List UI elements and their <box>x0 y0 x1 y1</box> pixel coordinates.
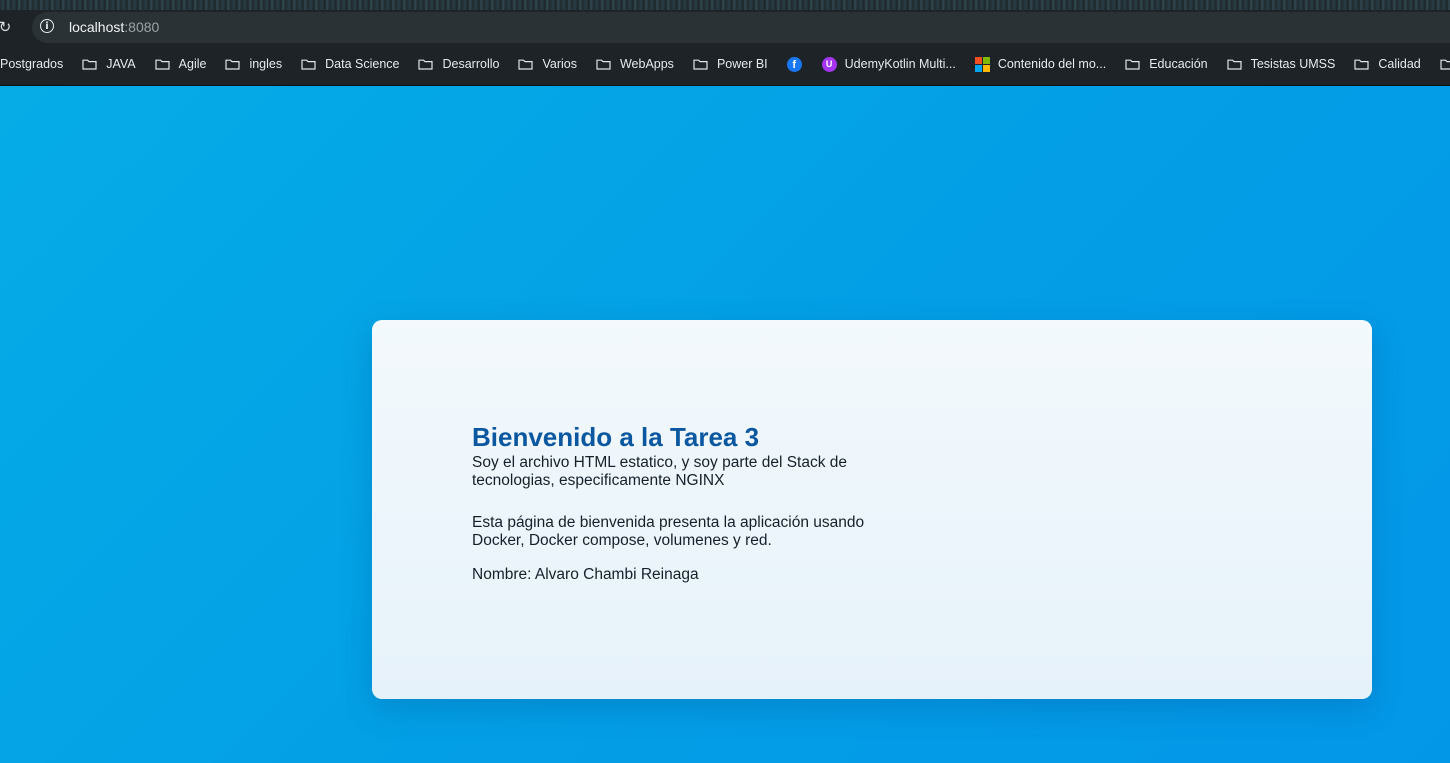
bookmark-label: WebApps <box>619 57 674 71</box>
folder-icon <box>1440 59 1450 70</box>
site-info-icon[interactable]: i <box>40 19 54 33</box>
folder-icon <box>693 59 708 70</box>
folder-icon <box>518 59 534 70</box>
microsoft-icon <box>974 56 990 72</box>
folder-icon <box>225 59 241 70</box>
bookmark-contenido[interactable]: Contenido del mo... <box>974 52 1107 76</box>
bookmark-ingles[interactable]: ingles <box>225 52 282 76</box>
bookmark-label: Postgrados <box>0 57 64 71</box>
url-text[interactable]: localhost:8080 <box>69 19 159 35</box>
browser-chrome: ↻ i localhost:8080 Postgrados JAVA Agile… <box>0 0 1450 86</box>
bookmark-overflow-folder[interactable] <box>1440 52 1450 76</box>
bookmark-label: Contenido del mo... <box>997 57 1107 71</box>
folder-icon <box>418 59 434 70</box>
folder-icon <box>155 59 170 70</box>
folder-icon <box>596 59 611 70</box>
folder-icon <box>82 59 97 70</box>
bookmark-label: Data Science <box>325 57 400 71</box>
bookmark-label: Desarrollo <box>442 57 500 71</box>
bookmark-varios[interactable]: Varios <box>518 52 577 76</box>
bookmark-udemy-kotlin[interactable]: U UdemyKotlin Multi... <box>821 52 956 76</box>
bookmark-label: Agile <box>178 57 207 71</box>
description-paragraph: Esta página de bienvenida presenta la ap… <box>472 514 865 549</box>
folder-icon <box>301 59 316 70</box>
window-titlebar-texture <box>0 0 1450 10</box>
bookmark-postgrados[interactable]: Postgrados <box>0 52 63 76</box>
bookmark-java[interactable]: JAVA <box>82 52 136 76</box>
udemy-icon: U <box>821 56 837 72</box>
bookmark-data-science[interactable]: Data Science <box>301 52 399 76</box>
bookmark-label: Varios <box>542 57 577 71</box>
bookmark-label: ingles <box>249 57 283 71</box>
facebook-icon: f <box>786 56 802 72</box>
author-name: Nombre: Alvaro Chambi Reinaga <box>472 566 699 583</box>
bookmark-calidad[interactable]: Calidad <box>1354 52 1421 76</box>
bookmark-label: UdemyKotlin Multi... <box>844 57 956 71</box>
bookmark-tesistas-umss[interactable]: Tesistas UMSS <box>1226 52 1336 76</box>
bookmark-label: Calidad <box>1378 57 1421 71</box>
bookmark-label: JAVA <box>106 57 136 71</box>
welcome-card: Bienvenido a la Tarea 3 Soy el archivo H… <box>372 320 1372 699</box>
bookmark-webapps[interactable]: WebApps <box>596 52 674 76</box>
bookmark-agile[interactable]: Agile <box>155 52 207 76</box>
bookmark-educacion[interactable]: Educación <box>1125 52 1208 76</box>
bookmark-label: Tesistas UMSS <box>1250 57 1336 71</box>
folder-icon <box>1226 59 1242 70</box>
bookmark-facebook[interactable]: f <box>786 52 812 76</box>
bookmark-power-bi[interactable]: Power BI <box>693 52 768 76</box>
bookmark-label: Power BI <box>716 57 768 71</box>
bookmark-desarrollo[interactable]: Desarrollo <box>418 52 499 76</box>
url-port: :8080 <box>124 19 160 35</box>
intro-paragraph: Soy el archivo HTML estatico, y soy part… <box>472 454 848 489</box>
bookmark-label: Educación <box>1149 57 1208 71</box>
url-host: localhost <box>69 19 125 35</box>
reload-icon[interactable]: ↻ <box>0 18 14 36</box>
bookmarks-bar: Postgrados JAVA Agile ingles Data Scienc… <box>0 52 1450 76</box>
folder-icon <box>1125 59 1140 70</box>
address-bar[interactable] <box>32 12 1450 43</box>
page-title: Bienvenido a la Tarea 3 <box>472 422 760 452</box>
folder-icon <box>1354 59 1369 70</box>
